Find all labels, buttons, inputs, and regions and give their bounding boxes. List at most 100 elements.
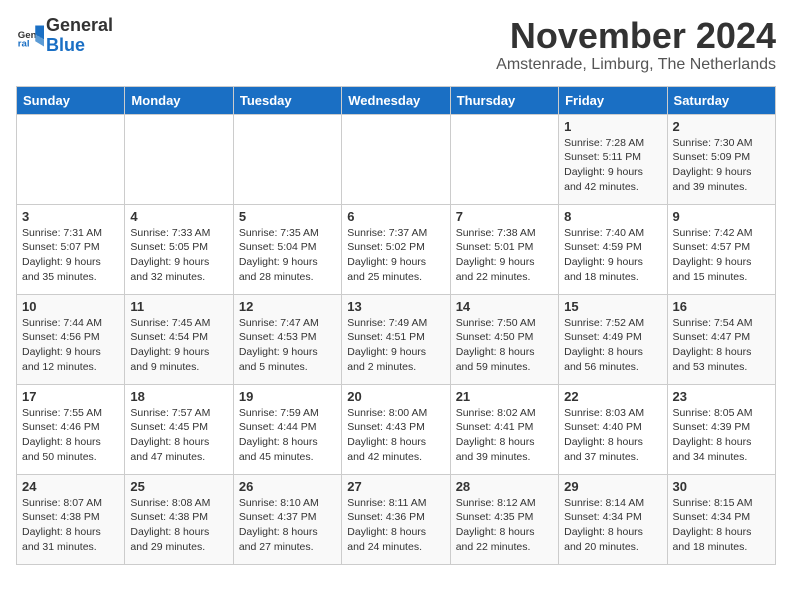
day-info: Sunrise: 8:02 AM Sunset: 4:41 PM Dayligh… [456, 406, 553, 465]
calendar-header: Sunday Monday Tuesday Wednesday Thursday… [17, 86, 776, 114]
day-number: 30 [673, 479, 770, 494]
logo: Gene ral General Blue [16, 16, 113, 56]
week-row-5: 24 Sunrise: 8:07 AM Sunset: 4:38 PM Dayli… [17, 474, 776, 564]
logo-icon: Gene ral [16, 22, 44, 50]
day-cell: 13 Sunrise: 7:49 AM Sunset: 4:51 PM Dayli… [342, 294, 450, 384]
day-number: 27 [347, 479, 444, 494]
day-number: 3 [22, 209, 119, 224]
day-info: Sunrise: 8:14 AM Sunset: 4:34 PM Dayligh… [564, 496, 661, 555]
day-cell [17, 114, 125, 204]
day-cell: 23 Sunrise: 8:05 AM Sunset: 4:39 PM Dayli… [667, 384, 775, 474]
day-info: Sunrise: 8:11 AM Sunset: 4:36 PM Dayligh… [347, 496, 444, 555]
day-cell: 16Sunrise: 7:54 AM Sunset: 4:47 PM Dayli… [667, 294, 775, 384]
day-info: Sunrise: 7:33 AM Sunset: 5:05 PM Dayligh… [130, 226, 227, 285]
day-cell [125, 114, 233, 204]
week-row-3: 10 Sunrise: 7:44 AM Sunset: 4:56 PM Dayli… [17, 294, 776, 384]
day-number: 5 [239, 209, 336, 224]
day-cell: 8 Sunrise: 7:40 AM Sunset: 4:59 PM Daylig… [559, 204, 667, 294]
day-info: Sunrise: 7:44 AM Sunset: 4:56 PM Dayligh… [22, 316, 119, 375]
day-number: 18 [130, 389, 227, 404]
day-info: Sunrise: 7:38 AM Sunset: 5:01 PM Dayligh… [456, 226, 553, 285]
day-number: 1 [564, 119, 661, 134]
svg-text:ral: ral [18, 38, 30, 49]
week-row-4: 17Sunrise: 7:55 AM Sunset: 4:46 PM Dayli… [17, 384, 776, 474]
day-number: 21 [456, 389, 553, 404]
day-info: Sunrise: 8:08 AM Sunset: 4:38 PM Dayligh… [130, 496, 227, 555]
day-cell: 3Sunrise: 7:31 AM Sunset: 5:07 PM Daylig… [17, 204, 125, 294]
calendar-table: Sunday Monday Tuesday Wednesday Thursday… [16, 86, 776, 565]
col-wednesday: Wednesday [342, 86, 450, 114]
title-section: November 2024 Amstenrade, Limburg, The N… [496, 16, 776, 74]
day-info: Sunrise: 8:10 AM Sunset: 4:37 PM Dayligh… [239, 496, 336, 555]
day-info: Sunrise: 7:37 AM Sunset: 5:02 PM Dayligh… [347, 226, 444, 285]
day-info: Sunrise: 7:54 AM Sunset: 4:47 PM Dayligh… [673, 316, 770, 375]
day-info: Sunrise: 8:05 AM Sunset: 4:39 PM Dayligh… [673, 406, 770, 465]
day-cell: 11Sunrise: 7:45 AM Sunset: 4:54 PM Dayli… [125, 294, 233, 384]
day-number: 19 [239, 389, 336, 404]
day-number: 23 [673, 389, 770, 404]
day-info: Sunrise: 7:40 AM Sunset: 4:59 PM Dayligh… [564, 226, 661, 285]
day-number: 11 [130, 299, 227, 314]
page-header: Gene ral General Blue November 2024 Amst… [16, 16, 776, 74]
col-saturday: Saturday [667, 86, 775, 114]
day-info: Sunrise: 7:49 AM Sunset: 4:51 PM Dayligh… [347, 316, 444, 375]
week-row-2: 3Sunrise: 7:31 AM Sunset: 5:07 PM Daylig… [17, 204, 776, 294]
day-number: 7 [456, 209, 553, 224]
day-cell [450, 114, 558, 204]
day-number: 13 [347, 299, 444, 314]
header-row: Sunday Monday Tuesday Wednesday Thursday… [17, 86, 776, 114]
day-info: Sunrise: 8:07 AM Sunset: 4:38 PM Dayligh… [22, 496, 119, 555]
day-number: 24 [22, 479, 119, 494]
day-cell: 30Sunrise: 8:15 AM Sunset: 4:34 PM Dayli… [667, 474, 775, 564]
day-number: 22 [564, 389, 661, 404]
day-cell: 17Sunrise: 7:55 AM Sunset: 4:46 PM Dayli… [17, 384, 125, 474]
day-number: 6 [347, 209, 444, 224]
location-subtitle: Amstenrade, Limburg, The Netherlands [496, 56, 776, 74]
day-cell: 15 Sunrise: 7:52 AM Sunset: 4:49 PM Dayli… [559, 294, 667, 384]
col-tuesday: Tuesday [233, 86, 341, 114]
logo-general-text: General [46, 15, 113, 35]
day-info: Sunrise: 7:55 AM Sunset: 4:46 PM Dayligh… [22, 406, 119, 465]
day-info: Sunrise: 7:52 AM Sunset: 4:49 PM Dayligh… [564, 316, 661, 375]
calendar-body: 1 Sunrise: 7:28 AM Sunset: 5:11 PM Daylig… [17, 114, 776, 564]
day-number: 10 [22, 299, 119, 314]
day-number: 15 [564, 299, 661, 314]
day-number: 4 [130, 209, 227, 224]
day-cell: 21 Sunrise: 8:02 AM Sunset: 4:41 PM Dayli… [450, 384, 558, 474]
day-number: 8 [564, 209, 661, 224]
day-info: Sunrise: 7:35 AM Sunset: 5:04 PM Dayligh… [239, 226, 336, 285]
day-cell: 10 Sunrise: 7:44 AM Sunset: 4:56 PM Dayli… [17, 294, 125, 384]
day-info: Sunrise: 7:50 AM Sunset: 4:50 PM Dayligh… [456, 316, 553, 375]
day-cell: 4 Sunrise: 7:33 AM Sunset: 5:05 PM Daylig… [125, 204, 233, 294]
day-info: Sunrise: 7:30 AM Sunset: 5:09 PM Dayligh… [673, 136, 770, 195]
day-cell: 14 Sunrise: 7:50 AM Sunset: 4:50 PM Dayli… [450, 294, 558, 384]
day-info: Sunrise: 7:59 AM Sunset: 4:44 PM Dayligh… [239, 406, 336, 465]
col-thursday: Thursday [450, 86, 558, 114]
day-cell: 18 Sunrise: 7:57 AM Sunset: 4:45 PM Dayli… [125, 384, 233, 474]
col-sunday: Sunday [17, 86, 125, 114]
day-info: Sunrise: 7:47 AM Sunset: 4:53 PM Dayligh… [239, 316, 336, 375]
day-number: 14 [456, 299, 553, 314]
day-cell: 27 Sunrise: 8:11 AM Sunset: 4:36 PM Dayli… [342, 474, 450, 564]
day-info: Sunrise: 8:00 AM Sunset: 4:43 PM Dayligh… [347, 406, 444, 465]
day-cell: 9Sunrise: 7:42 AM Sunset: 4:57 PM Daylig… [667, 204, 775, 294]
day-info: Sunrise: 7:28 AM Sunset: 5:11 PM Dayligh… [564, 136, 661, 195]
day-number: 29 [564, 479, 661, 494]
day-info: Sunrise: 7:57 AM Sunset: 4:45 PM Dayligh… [130, 406, 227, 465]
day-cell: 28Sunrise: 8:12 AM Sunset: 4:35 PM Dayli… [450, 474, 558, 564]
day-number: 2 [673, 119, 770, 134]
day-cell: 5 Sunrise: 7:35 AM Sunset: 5:04 PM Daylig… [233, 204, 341, 294]
col-monday: Monday [125, 86, 233, 114]
day-info: Sunrise: 8:03 AM Sunset: 4:40 PM Dayligh… [564, 406, 661, 465]
day-cell: 22 Sunrise: 8:03 AM Sunset: 4:40 PM Dayli… [559, 384, 667, 474]
day-cell [342, 114, 450, 204]
day-cell: 2 Sunrise: 7:30 AM Sunset: 5:09 PM Daylig… [667, 114, 775, 204]
day-number: 20 [347, 389, 444, 404]
day-number: 28 [456, 479, 553, 494]
day-cell: 12Sunrise: 7:47 AM Sunset: 4:53 PM Dayli… [233, 294, 341, 384]
day-cell: 29 Sunrise: 8:14 AM Sunset: 4:34 PM Dayli… [559, 474, 667, 564]
day-cell: 6 Sunrise: 7:37 AM Sunset: 5:02 PM Daylig… [342, 204, 450, 294]
day-cell: 26Sunrise: 8:10 AM Sunset: 4:37 PM Dayli… [233, 474, 341, 564]
day-cell: 1 Sunrise: 7:28 AM Sunset: 5:11 PM Daylig… [559, 114, 667, 204]
month-title: November 2024 [496, 16, 776, 56]
